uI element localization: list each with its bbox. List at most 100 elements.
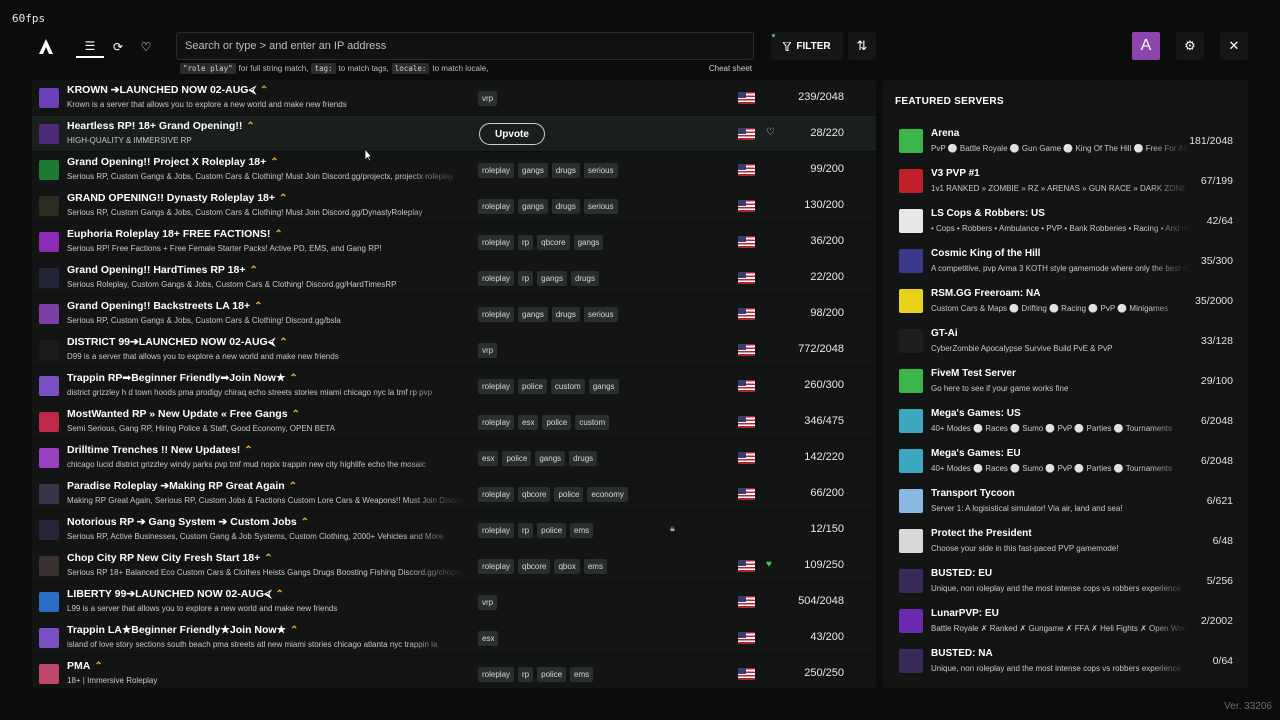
featured-server-row[interactable]: BUSTED: EU Unique, non roleplay and the m… (883, 561, 1248, 601)
server-tag[interactable]: serious (583, 307, 618, 322)
featured-server-row[interactable]: RSM.GG Freeroam: NA Custom Cars & Maps ⚪ … (883, 281, 1248, 321)
close-button[interactable]: ✕ (1220, 32, 1248, 60)
server-tag[interactable]: drugs (551, 307, 580, 322)
server-tag[interactable]: gangs (588, 379, 619, 394)
server-tag[interactable]: roleplay (478, 235, 515, 250)
server-tag[interactable]: vrp (478, 343, 498, 358)
featured-server-row[interactable]: LunarPVP: EU Battle Royale ✗ Ranked ✗ Gun… (883, 601, 1248, 641)
server-row[interactable]: Trappin LA★Beginner Friendly★Join Now★ ⌃ i… (32, 620, 876, 656)
featured-server-row[interactable]: Mega's Games: EU 40+ Modes ⚪ Races ⚪ Sumo… (883, 441, 1248, 481)
server-row[interactable]: Trappin RP➟Beginner Friendly➟Join Now★ ⌃ d… (32, 368, 876, 404)
featured-server-row[interactable]: GT-Ai CyberZombie Apocalypse Survive Buil… (883, 321, 1248, 361)
server-row[interactable]: Drilltime Trenches !! New Updates! ⌃ chica… (32, 440, 876, 476)
favorite-heart-icon[interactable]: ♥ (766, 559, 772, 570)
server-tag[interactable]: qbcore (537, 235, 570, 250)
server-tag[interactable]: economy (587, 487, 628, 502)
server-tag[interactable]: gangs (537, 271, 567, 286)
server-tag[interactable]: drugs (551, 163, 580, 178)
server-tag[interactable]: custom (575, 415, 610, 430)
server-row[interactable]: Paradise Roleplay ➔Making RP Great Again… (32, 476, 876, 512)
avatar[interactable]: A (1132, 32, 1160, 60)
favorites-icon[interactable]: ♡ (132, 36, 160, 58)
featured-server-row[interactable]: Arena PvP ⚪ Battle Royale ⚪ Gun Game ⚪ Ki… (883, 121, 1248, 161)
featured-server-row[interactable]: BUSTED: NA Unique, non roleplay and the m… (883, 641, 1248, 681)
server-tag[interactable]: roleplay (478, 667, 515, 682)
featured-server-row[interactable]: Cosmic King of the Hill A competitive, pv… (883, 241, 1248, 281)
server-tag[interactable]: qbcore (518, 487, 551, 502)
server-tag[interactable]: gangs (518, 199, 548, 214)
featured-player-count: 5/256 (1206, 575, 1233, 587)
server-row[interactable]: Grand Opening!! Project X Roleplay 18+ ⌃ S… (32, 152, 876, 188)
featured-server-row[interactable]: Transport Tycoon Server 1: A logisistical… (883, 481, 1248, 521)
server-tag[interactable]: qbox (554, 559, 580, 574)
server-row[interactable]: Grand Opening!! HardTimes RP 18+ ⌃ Serious… (32, 260, 876, 296)
featured-server-row[interactable]: FiveM Test Server Go here to see if your … (883, 361, 1248, 401)
featured-server-row[interactable]: V3 PVP #1 1v1 RANKED » ZOMBIE » RZ » AREN… (883, 161, 1248, 201)
server-tag[interactable]: vrp (478, 91, 498, 106)
server-tag[interactable]: gangs (518, 307, 548, 322)
server-row[interactable]: LIBERTY 99➔LAUNCHED NOW 02-AUG⮘ ⌃ L99 is a… (32, 584, 876, 620)
server-tag[interactable]: drugs (551, 199, 580, 214)
server-tag[interactable]: drugs (570, 271, 599, 286)
server-row[interactable]: MostWanted RP » New Update « Free Gangs ⌃… (32, 404, 876, 440)
favorite-heart-icon[interactable]: ♡ (766, 127, 775, 138)
server-tag[interactable]: custom (550, 379, 585, 394)
server-row[interactable]: Chop City RP New City Fresh Start 18+ ⌃ Se… (32, 548, 876, 584)
server-row[interactable]: GRAND OPENING!! Dynasty Roleplay 18+ ⌃ Ser… (32, 188, 876, 224)
server-tag[interactable]: roleplay (478, 559, 515, 574)
server-tag[interactable]: roleplay (478, 523, 515, 538)
server-tag[interactable]: roleplay (478, 163, 515, 178)
featured-server-row[interactable]: Mega's Games: US 40+ Modes ⚪ Races ⚪ Sumo… (883, 401, 1248, 441)
server-tag[interactable]: vrp (478, 595, 498, 610)
server-tag[interactable]: rp (518, 523, 534, 538)
server-tag[interactable]: gangs (518, 163, 548, 178)
server-tag[interactable]: gangs (535, 451, 566, 466)
server-tag[interactable]: police (502, 451, 532, 466)
server-tag[interactable]: roleplay (478, 379, 515, 394)
server-tag[interactable]: esx (478, 451, 499, 466)
server-row[interactable]: Notorious RP ➔ Gang System ➔ Custom Jobs… (32, 512, 876, 548)
server-list[interactable]: KROWN ➔LAUNCHED NOW 02-AUG⮘ ⌃ Krown is a s… (32, 80, 876, 688)
server-tag[interactable]: serious (583, 163, 618, 178)
server-row[interactable]: Grand Opening!! Backstreets LA 18+ ⌃ Serio… (32, 296, 876, 332)
server-tag[interactable]: ems (583, 559, 607, 574)
history-icon[interactable]: ⟳ (104, 36, 132, 58)
server-tag[interactable]: serious (583, 199, 618, 214)
altv-logo-icon[interactable] (36, 36, 56, 56)
cheat-sheet-link[interactable]: Cheat sheet (709, 64, 752, 73)
server-tag[interactable]: roleplay (478, 487, 515, 502)
server-tag[interactable]: esx (518, 415, 539, 430)
featured-server-row[interactable]: Protect the President Choose your side in… (883, 521, 1248, 561)
server-row[interactable]: PMA ⌃ 18+ | Immersive Roleplay roleplay rp po… (32, 656, 876, 688)
server-tag[interactable]: police (537, 667, 567, 682)
server-description: district grizzley h d town hoods pma pro… (67, 388, 433, 397)
upvote-button[interactable]: Upvote (479, 123, 545, 145)
server-tag[interactable]: roleplay (478, 307, 515, 322)
server-tag[interactable]: roleplay (478, 415, 515, 430)
server-tag[interactable]: ems (570, 523, 594, 538)
server-tag[interactable]: ems (570, 667, 594, 682)
server-tag[interactable]: qbcore (518, 559, 551, 574)
server-row[interactable]: DISTRICT 99➔LAUNCHED NOW 02-AUG⮘ ⌃ D99 is … (32, 332, 876, 368)
list-icon[interactable]: ☰ (76, 36, 104, 58)
server-tag[interactable]: gangs (573, 235, 604, 250)
server-tag[interactable]: drugs (569, 451, 598, 466)
settings-button[interactable]: ⚙ (1176, 32, 1204, 60)
server-tag[interactable]: rp (518, 235, 534, 250)
server-tag[interactable]: police (554, 487, 584, 502)
search-input[interactable] (176, 32, 754, 60)
server-tag[interactable]: police (537, 523, 567, 538)
server-tag[interactable]: rp (518, 667, 534, 682)
server-tag[interactable]: esx (478, 631, 499, 646)
featured-server-row[interactable]: LS Cops & Robbers: US • Cops • Robbers • … (883, 201, 1248, 241)
server-tag[interactable]: police (542, 415, 572, 430)
sort-button[interactable]: ⇅ (848, 32, 876, 60)
server-row[interactable]: KROWN ➔LAUNCHED NOW 02-AUG⮘ ⌃ Krown is a s… (32, 80, 876, 116)
server-tag[interactable]: roleplay (478, 271, 515, 286)
filter-button[interactable]: FILTER (771, 32, 843, 60)
server-tag[interactable]: rp (518, 271, 534, 286)
server-tag[interactable]: roleplay (478, 199, 515, 214)
server-tag[interactable]: police (518, 379, 547, 394)
server-row[interactable]: Heartless RP! 18+ Grand Opening!! ⌃ HIGH-Q… (32, 116, 876, 152)
server-row[interactable]: Euphoria Roleplay 18+ FREE FACTIONS! ⌃ Ser… (32, 224, 876, 260)
